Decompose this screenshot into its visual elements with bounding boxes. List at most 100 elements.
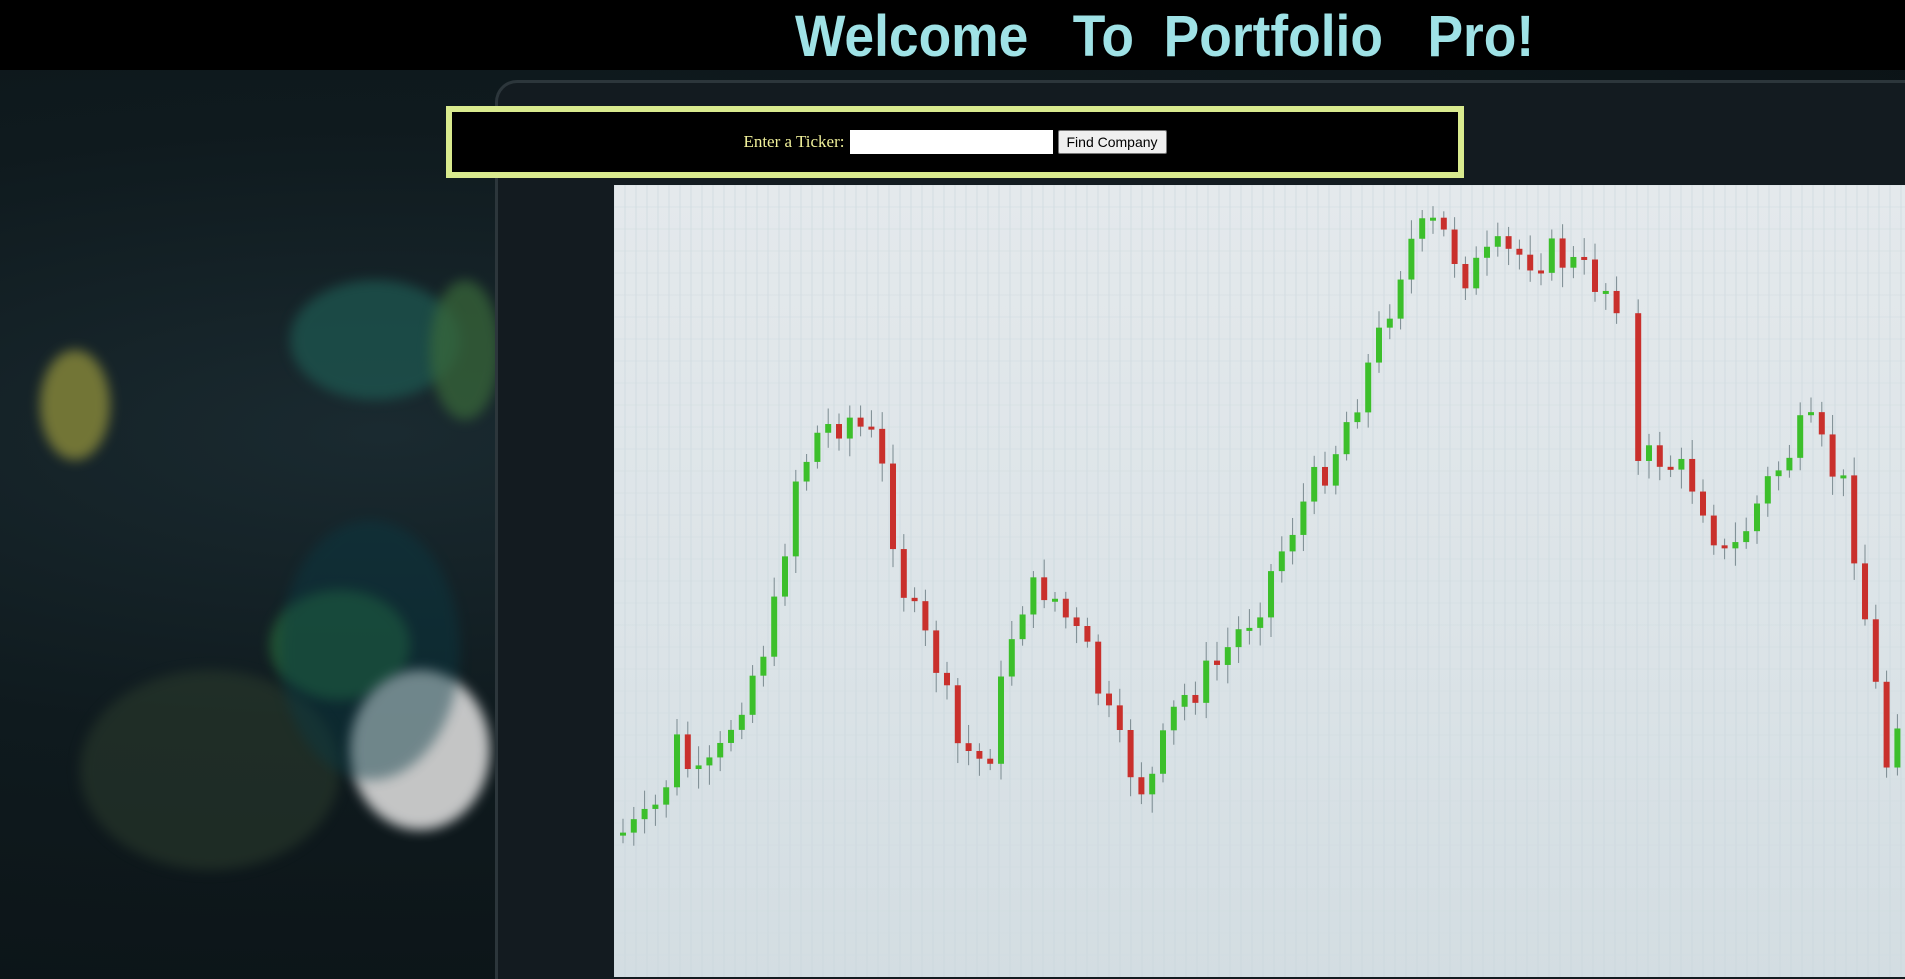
candle-bullish <box>1894 728 1901 768</box>
candle-bearish <box>965 743 972 751</box>
candle-bearish <box>890 463 896 550</box>
candle-bullish <box>1494 236 1501 247</box>
candle-bullish <box>1548 238 1555 273</box>
candle-bullish <box>1754 503 1760 532</box>
candle-bullish <box>706 757 713 766</box>
candle-bearish <box>1689 458 1696 492</box>
candle-bullish <box>695 765 702 770</box>
candle-bearish <box>911 597 918 602</box>
candle-bullish <box>782 556 788 597</box>
candle-bullish <box>1289 534 1296 552</box>
candlestick-chart <box>614 185 1905 977</box>
candle-bearish <box>1656 445 1663 467</box>
candle-bearish <box>1538 270 1544 274</box>
candle-bullish <box>620 832 626 836</box>
candle-bearish <box>1667 466 1674 470</box>
candle-bearish <box>1635 313 1642 461</box>
bokeh-light <box>40 350 110 460</box>
ticker-search-panel: Enter a Ticker: Find Company <box>446 106 1464 178</box>
candle-bearish <box>1116 705 1123 731</box>
candle-bullish <box>630 819 637 833</box>
bokeh-light <box>430 280 500 420</box>
candle-bearish <box>1214 660 1220 665</box>
candle-bearish <box>1581 256 1588 260</box>
candle-bullish <box>1430 217 1436 221</box>
candle-bearish <box>1818 412 1825 435</box>
candle-bullish <box>825 424 832 433</box>
find-company-button[interactable]: Find Company <box>1057 130 1167 154</box>
candle-bearish <box>1700 491 1706 516</box>
candle-bullish <box>1149 773 1156 795</box>
candle-bullish <box>1732 542 1739 549</box>
candle-bullish <box>1786 457 1793 471</box>
candle-bullish <box>663 787 670 805</box>
candlestick-screen <box>614 185 1905 977</box>
candle-bearish <box>684 734 691 770</box>
candle-bullish <box>998 676 1004 764</box>
candle-bullish <box>738 714 745 730</box>
candle-bullish <box>728 729 734 743</box>
candle-bullish <box>771 596 778 657</box>
candle-bearish <box>1516 248 1523 255</box>
candle-bullish <box>1008 639 1015 677</box>
candle-bullish <box>1246 627 1253 631</box>
candle-bearish <box>1095 641 1102 694</box>
candle-bullish <box>1408 238 1415 280</box>
candle-bearish <box>1862 563 1868 620</box>
ticker-search-form: Enter a Ticker: Find Company <box>452 112 1458 172</box>
candle-bullish <box>792 481 799 557</box>
candle-bullish <box>1797 415 1804 458</box>
candle-bearish <box>1462 263 1469 289</box>
candle-bullish <box>1473 257 1480 289</box>
candle-bearish <box>879 428 886 464</box>
candle-bearish <box>1527 254 1534 271</box>
candle-bullish <box>1224 647 1231 665</box>
candle-bearish <box>1084 626 1091 642</box>
candle-bullish <box>1840 475 1847 479</box>
candle-bullish <box>1678 458 1685 470</box>
candle-bearish <box>1106 693 1112 706</box>
candle-bearish <box>954 685 961 744</box>
candle-bearish <box>1559 238 1566 268</box>
candle-bearish <box>1613 290 1620 314</box>
candle-bullish <box>1203 660 1210 703</box>
candle-bearish <box>922 601 929 631</box>
candle-bearish <box>1062 598 1069 618</box>
candle-bullish <box>1257 617 1264 628</box>
candle-bullish <box>1419 218 1426 239</box>
candle-bearish <box>1127 730 1134 778</box>
candle-bullish <box>1646 445 1652 461</box>
candle-bearish <box>868 426 875 430</box>
candle-bullish <box>1397 279 1404 319</box>
candle-bullish <box>1484 246 1490 258</box>
candle-bullish <box>641 808 648 820</box>
candle-bullish <box>1808 412 1814 416</box>
candle-bearish <box>933 630 940 673</box>
candle-bullish <box>1365 362 1372 413</box>
candle-bullish <box>1775 470 1782 477</box>
candle-bullish <box>1030 577 1037 615</box>
candle-bearish <box>1192 694 1199 703</box>
ticker-input[interactable] <box>848 129 1054 155</box>
candle-bearish <box>1592 259 1598 292</box>
candle-bearish <box>1041 577 1048 601</box>
candle-bullish <box>652 804 659 809</box>
candle-bullish <box>749 675 756 715</box>
candle-bearish <box>836 424 842 439</box>
candle-bearish <box>1710 515 1717 546</box>
candle-bearish <box>1883 681 1890 768</box>
candle-bullish <box>1160 730 1166 774</box>
candle-bearish <box>987 758 994 764</box>
candle-bullish <box>1052 598 1058 602</box>
candle-bearish <box>1073 617 1080 627</box>
candle-bullish <box>1764 476 1771 504</box>
candle-bullish <box>1268 571 1274 618</box>
candle-bullish <box>1332 454 1339 486</box>
candle-bullish <box>1019 614 1026 640</box>
candle-bullish <box>1311 466 1318 502</box>
candle-bullish <box>674 734 680 788</box>
candle-bullish <box>1278 551 1285 572</box>
candle-bullish <box>1235 629 1242 648</box>
candle-bearish <box>1851 475 1858 564</box>
candle-bearish <box>944 672 950 686</box>
